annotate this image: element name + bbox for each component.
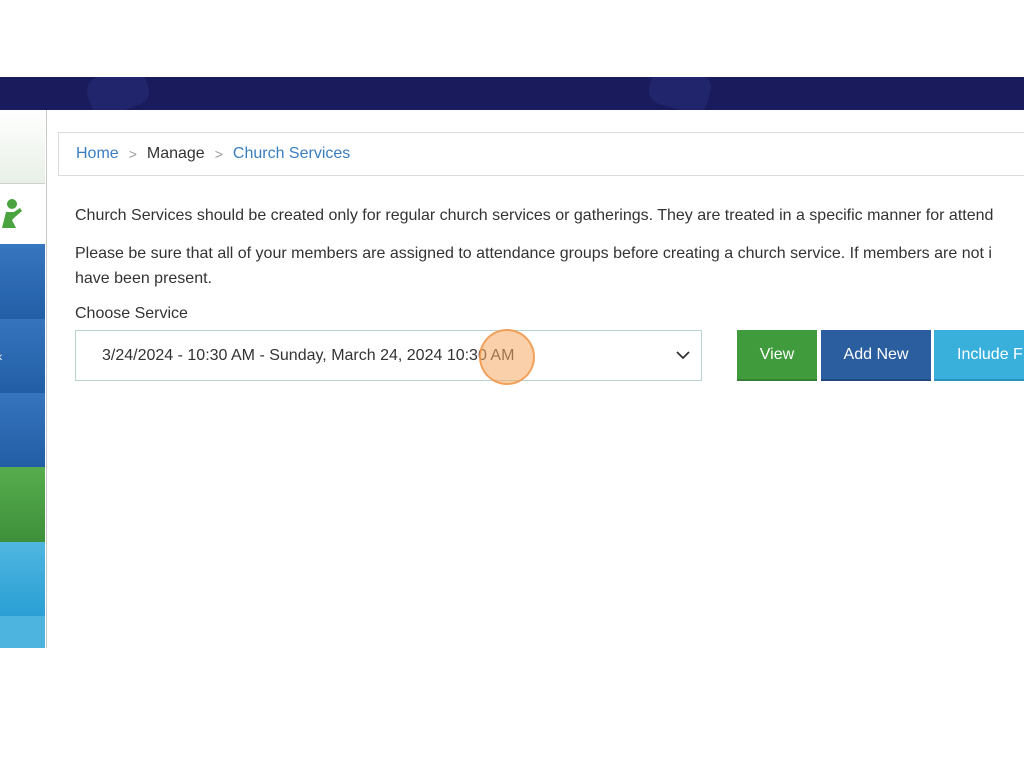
sidebar-item-lightblue-2[interactable]: [0, 616, 45, 648]
sidebar-item-blue-2[interactable]: ‹: [0, 319, 45, 394]
info-paragraph-1: Church Services should be created only f…: [75, 207, 994, 224]
include-button[interactable]: Include F: [934, 330, 1024, 381]
info-paragraph-2: Please be sure that all of your members …: [75, 241, 992, 291]
breadcrumb-home-link[interactable]: Home: [76, 145, 119, 163]
service-select[interactable]: 3/24/2024 - 10:30 AM - Sunday, March 24,…: [75, 330, 702, 381]
puzzle-decoration: [645, 77, 715, 110]
breadcrumb: Home > Manage > Church Services: [58, 132, 1024, 176]
info-paragraph-2-line-2: have been present.: [75, 270, 212, 287]
sidebar-item-blue-1[interactable]: [0, 244, 45, 320]
add-new-button[interactable]: Add New: [821, 330, 931, 381]
view-button[interactable]: View: [737, 330, 817, 381]
person-praying-icon: [2, 199, 22, 228]
sidebar-item-person[interactable]: [0, 184, 45, 244]
sidebar-item-lightblue[interactable]: [0, 542, 45, 617]
click-indicator: [479, 329, 535, 385]
chevron-down-icon: [676, 351, 690, 360]
sidebar-item-blue-3[interactable]: [0, 393, 45, 467]
breadcrumb-church-services-link[interactable]: Church Services: [233, 145, 350, 163]
sidebar-item-top[interactable]: [0, 110, 45, 184]
sidebar-item-green[interactable]: [0, 467, 45, 542]
info-paragraph-2-line-1: Please be sure that all of your members …: [75, 245, 992, 262]
top-whitespace: [0, 0, 1024, 77]
choose-service-label: Choose Service: [75, 305, 188, 322]
puzzle-decoration: [82, 77, 154, 110]
header-banner: [0, 77, 1024, 110]
sidebar: ‹: [0, 110, 47, 648]
breadcrumb-separator: >: [214, 146, 223, 162]
chevron-left-icon: ‹: [0, 348, 3, 364]
breadcrumb-separator: >: [128, 146, 137, 162]
selected-service-value: 3/24/2024 - 10:30 AM - Sunday, March 24,…: [102, 346, 515, 364]
breadcrumb-manage: Manage: [146, 145, 205, 162]
